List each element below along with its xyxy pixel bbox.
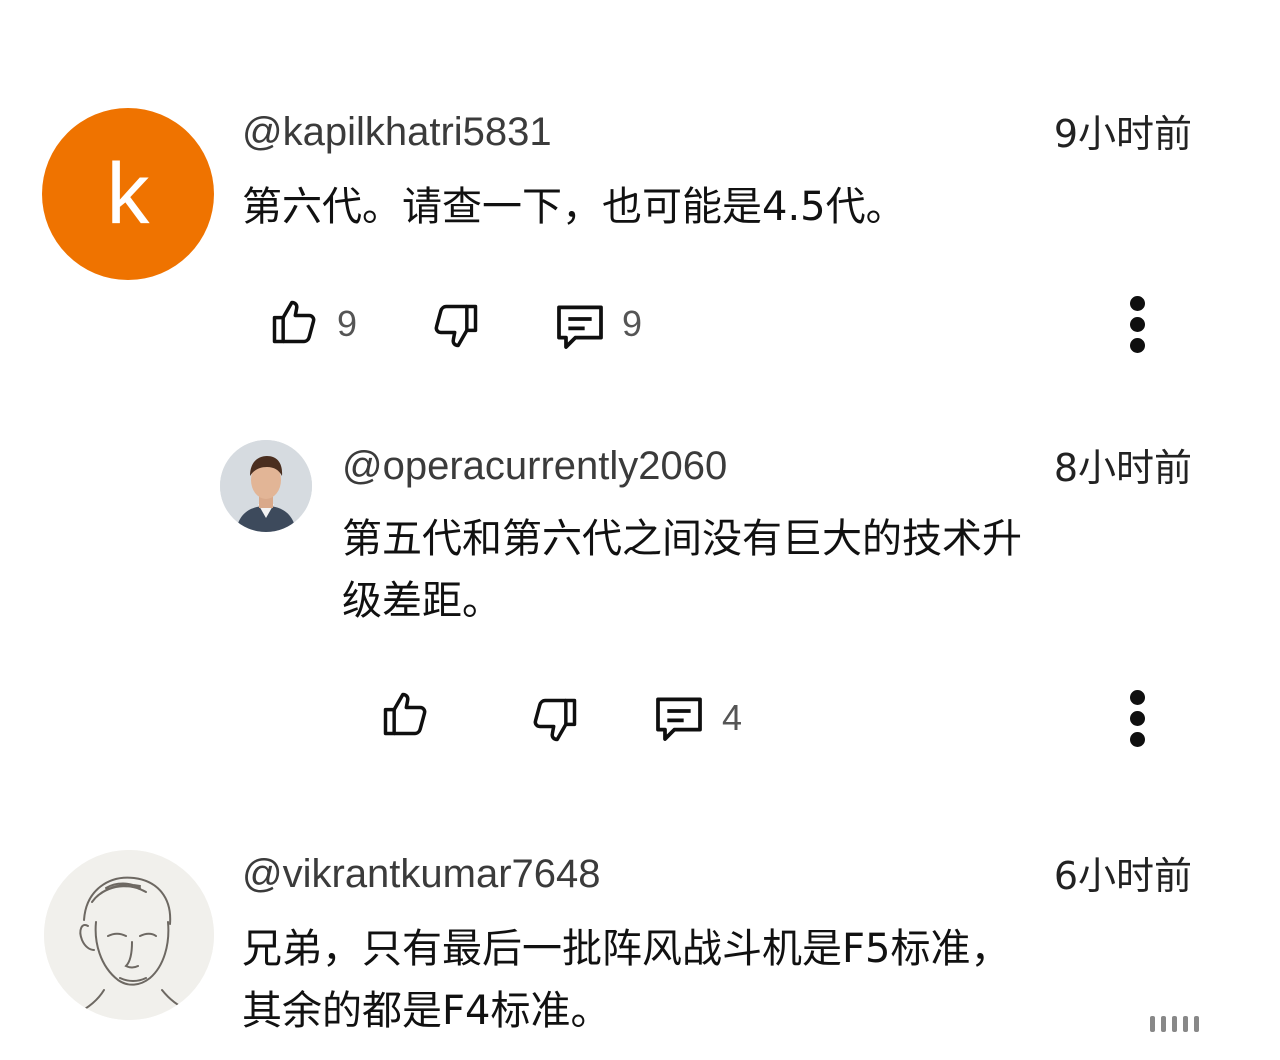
reply-count: 9 <box>622 303 643 344</box>
like-count: 9 <box>337 303 358 344</box>
like-button[interactable] <box>268 296 320 348</box>
thumbs-down-icon <box>430 300 482 352</box>
like-button[interactable] <box>379 688 431 740</box>
avatar[interactable]: k <box>42 108 214 280</box>
comment-text: 第五代和第六代之间没有巨大的技术升 级差距。 <box>342 508 1202 632</box>
avatar-letter: k <box>106 146 150 242</box>
reply-button[interactable] <box>651 690 707 746</box>
thumbs-down-icon <box>529 694 581 746</box>
dislike-button[interactable] <box>430 300 482 352</box>
more-vertical-icon <box>1127 296 1147 353</box>
comment-time: 6小时前 <box>1053 854 1192 898</box>
comment-icon <box>651 690 707 746</box>
more-vertical-icon <box>1127 690 1147 747</box>
avatar[interactable] <box>220 440 312 532</box>
comment-icon <box>552 298 608 354</box>
thumbs-up-icon <box>379 688 431 740</box>
dislike-button[interactable] <box>529 694 581 746</box>
profile-photo <box>220 440 312 532</box>
more-options-button[interactable] <box>1127 690 1147 753</box>
comment-author[interactable]: @vikrantkumar7648 <box>242 850 601 898</box>
avatar[interactable] <box>44 850 214 1020</box>
signal-indicator <box>1150 1016 1260 1032</box>
comment-text: 兄弟，只有最后一批阵风战斗机是F5标准， 其余的都是F4标准。 <box>242 918 1202 1042</box>
reply-count: 4 <box>722 697 743 738</box>
comment-text-line: 级差距。 <box>342 578 502 624</box>
reply-button[interactable] <box>552 298 608 354</box>
comment-text: 第六代。请查一下，也可能是4.5代。 <box>242 184 906 230</box>
more-options-button[interactable] <box>1127 296 1147 359</box>
sketch-portrait <box>44 850 214 1020</box>
comment-author[interactable]: @kapilkhatri5831 <box>242 108 552 156</box>
comment-text-line: 兄弟，只有最后一批阵风战斗机是F5标准， <box>242 926 1011 972</box>
comment-text-line: 其余的都是F4标准。 <box>242 988 611 1034</box>
comment-time: 8小时前 <box>1053 446 1192 490</box>
thumbs-up-icon <box>268 296 320 348</box>
comment-author[interactable]: @operacurrently2060 <box>342 442 727 490</box>
comment-text-line: 第五代和第六代之间没有巨大的技术升 <box>342 516 1022 562</box>
comment-time: 9小时前 <box>1053 112 1192 156</box>
